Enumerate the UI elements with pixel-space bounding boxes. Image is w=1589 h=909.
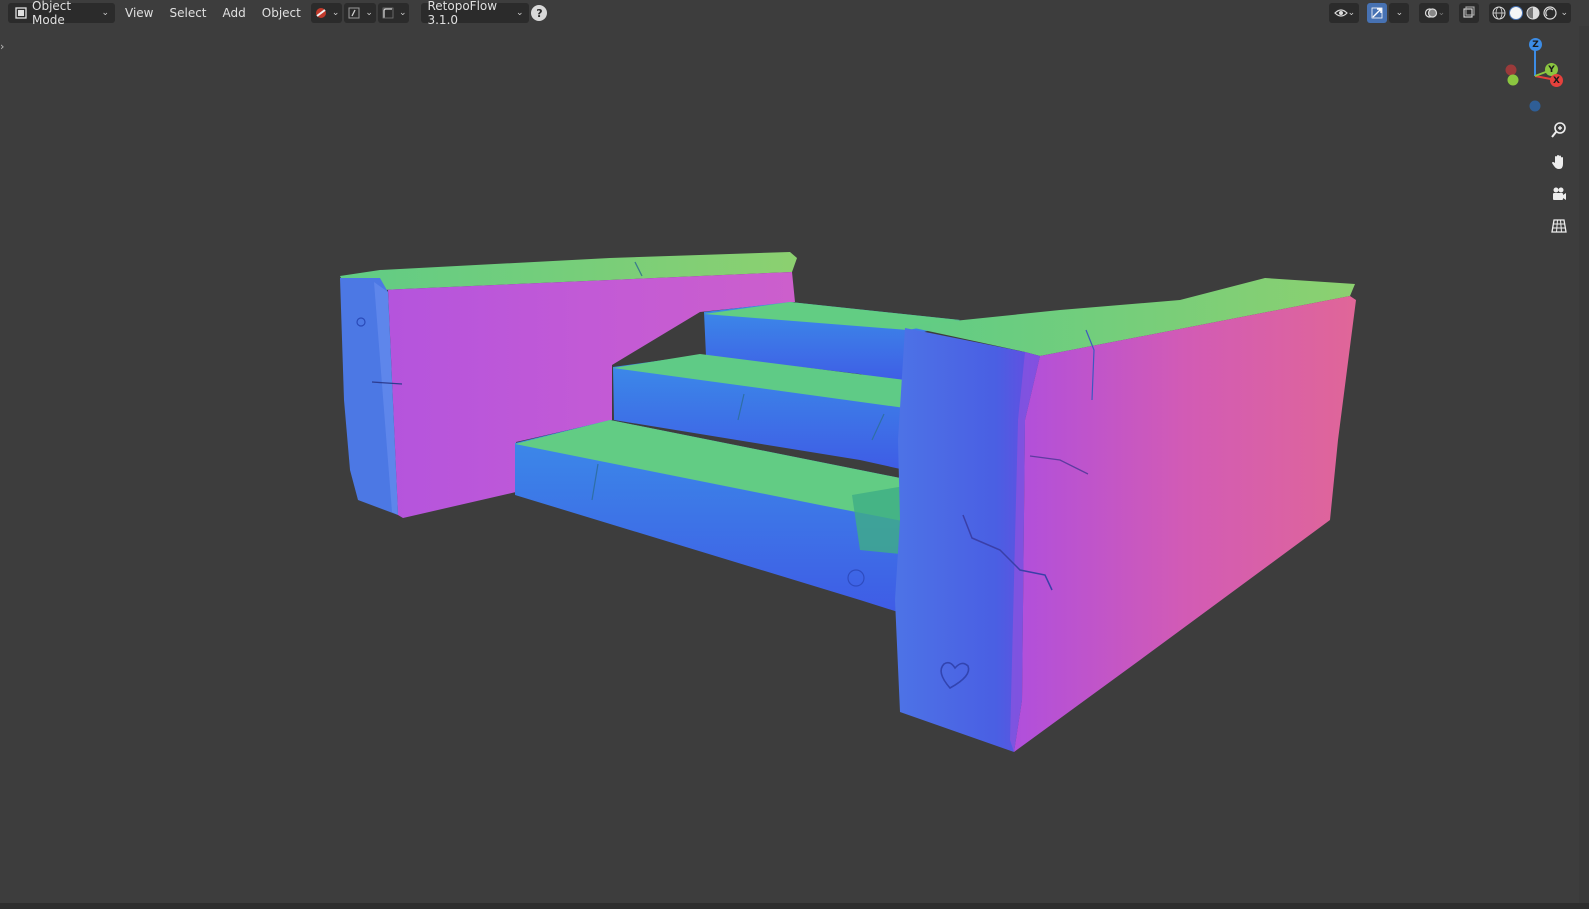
chevron-down-icon: ⌄	[101, 8, 109, 18]
chevron-down-icon: ⌄	[1437, 8, 1446, 18]
mode-label: Object Mode	[32, 0, 72, 27]
chevron-down-icon: ⌄	[1347, 8, 1356, 18]
chevron-down-icon: ⌄	[1395, 8, 1404, 18]
pivot-point-button[interactable]: ⌄	[344, 3, 376, 23]
menu-select[interactable]: Select	[163, 3, 212, 23]
camera-icon[interactable]	[1547, 182, 1571, 206]
mode-selector[interactable]: Object Mode ⌄	[8, 0, 115, 27]
pivot-icon	[347, 6, 361, 20]
overlays-toggle[interactable]: ⌄	[1419, 3, 1450, 23]
chevron-down-icon: ⌄	[515, 8, 524, 18]
gizmo-dropdown[interactable]: ⌄	[1389, 3, 1410, 23]
grid-ortho-icon[interactable]	[1547, 214, 1571, 238]
snap-icon	[381, 6, 395, 20]
menu-add[interactable]: Add	[217, 3, 252, 23]
retopoflow-label: RetopoFlow 3.1.0	[427, 0, 498, 27]
material-shading-icon[interactable]	[1526, 6, 1540, 20]
menu-object[interactable]: Object	[256, 3, 307, 23]
transform-orientation-button[interactable]: ⌄	[310, 3, 343, 23]
chevron-down-icon: ⌄	[365, 8, 373, 18]
chevron-down-icon[interactable]: ⌄	[1560, 8, 1568, 18]
chevron-down-icon: ⌄	[331, 8, 340, 18]
navigation-gizmo[interactable]: Z Y X	[1493, 34, 1563, 114]
question-circle-icon[interactable]: ?	[531, 5, 548, 21]
wireframe-shading-icon[interactable]	[1492, 6, 1506, 20]
toolbar-expand-icon[interactable]: ›	[0, 40, 4, 53]
status-bar	[0, 903, 1589, 909]
overlays-icon	[1424, 8, 1437, 18]
navigation-tools	[1547, 118, 1571, 238]
shading-modes: ⌄	[1489, 3, 1571, 23]
eye-icon	[1333, 9, 1348, 17]
menu-object-label: Object	[261, 6, 301, 20]
viewport-header-right: ⌄ ⌄ ⌄ ⌄	[1329, 3, 1571, 23]
3d-viewport[interactable]: Object Mode ⌄ View Select Add Object ⌄ ⌄…	[0, 0, 1589, 909]
pan-hand-icon[interactable]	[1547, 150, 1571, 174]
solid-shading-icon[interactable]	[1509, 6, 1524, 20]
gizmo-x-axis[interactable]: X	[1550, 74, 1563, 87]
stairs-mesh	[340, 252, 1356, 752]
snap-button[interactable]: ⌄	[377, 3, 410, 23]
gizmo-icon	[1372, 7, 1383, 19]
menu-select-label: Select	[169, 6, 207, 20]
menu-view[interactable]: View	[119, 3, 159, 23]
menu-view-label: View	[125, 6, 154, 20]
orientation-icon	[314, 6, 328, 20]
retopoflow-menu[interactable]: RetopoFlow 3.1.0 ⌄	[421, 0, 530, 27]
zoom-icon[interactable]	[1547, 118, 1571, 142]
object-mode-icon	[14, 6, 28, 20]
rendered-shading-icon[interactable]	[1543, 6, 1558, 20]
menu-add-label: Add	[222, 6, 246, 20]
chevron-down-icon: ⌄	[398, 8, 407, 18]
gizmo-z-axis[interactable]: Z	[1529, 38, 1542, 51]
visibility-selector[interactable]: ⌄	[1329, 3, 1360, 23]
xray-icon	[1463, 6, 1476, 18]
gizmo-toggle[interactable]	[1367, 3, 1388, 23]
viewport-right-edge	[1579, 26, 1589, 903]
xray-toggle[interactable]	[1459, 3, 1480, 23]
